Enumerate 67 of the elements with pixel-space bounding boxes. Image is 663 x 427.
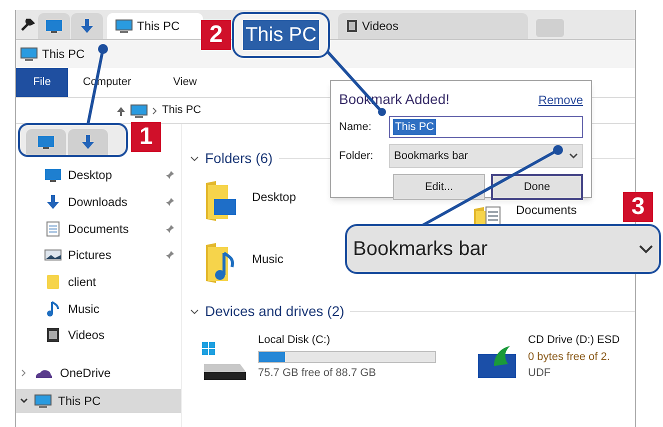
- monitor-icon: [45, 19, 63, 33]
- pinned-tab[interactable]: [26, 129, 66, 155]
- monitor-icon: [44, 168, 62, 182]
- field-label: Name:: [339, 120, 372, 135]
- browser-tab[interactable]: This PC: [107, 13, 203, 39]
- wrench-icon: [19, 16, 35, 32]
- selected-tree-row[interactable]: This PC: [16, 388, 181, 413]
- sidebar-item[interactable]: Pictures: [68, 246, 159, 264]
- sidebar-item[interactable]: Downloads: [68, 193, 159, 212]
- download-arrow-icon: [44, 194, 62, 210]
- step-number-badge: 1: [131, 122, 161, 152]
- computer-icon: [115, 19, 133, 33]
- drive-name[interactable]: Local Disk (C:): [258, 332, 436, 348]
- sidebar-item[interactable]: OneDrive: [60, 364, 111, 382]
- field-label: Folder:: [339, 148, 374, 164]
- download-arrow-icon: [79, 18, 95, 34]
- sidebar-item[interactable]: Documents: [68, 220, 159, 238]
- expand-chevron-icon: [20, 396, 28, 405]
- group-heading[interactable]: Folders (6): [205, 148, 273, 169]
- pinned-tab[interactable]: [71, 13, 103, 39]
- ribbon-tab[interactable]: View: [146, 68, 224, 97]
- music-note-icon: [44, 300, 62, 317]
- sidebar-item[interactable]: Videos: [68, 326, 175, 344]
- dropdown-chevron-icon: [569, 153, 578, 159]
- film-icon: [346, 19, 358, 33]
- magnified-dropdown-callout: Bookmarks bar: [345, 224, 661, 274]
- folder-name[interactable]: Documents: [516, 201, 577, 219]
- monitor-icon: [37, 135, 55, 149]
- chevron-icon: [152, 106, 158, 114]
- window-title: This PC: [42, 46, 85, 63]
- computer-icon: [20, 47, 38, 61]
- drive-name[interactable]: CD Drive (D:) ESD: [528, 332, 620, 348]
- sidebar-item[interactable]: Music: [68, 300, 175, 318]
- edit-button[interactable]: Edit...: [393, 174, 485, 200]
- ribbon-tab[interactable]: File: [16, 68, 68, 97]
- sidebar-item[interactable]: Desktop: [68, 166, 159, 184]
- browser-tab[interactable]: Videos: [338, 13, 528, 39]
- computer-icon: [34, 394, 52, 408]
- remove-link[interactable]: Remove: [538, 90, 583, 108]
- film-icon: [44, 327, 62, 344]
- document-icon: [44, 220, 62, 237]
- picture-icon: [44, 248, 62, 262]
- step-number-badge: 3: [623, 192, 653, 222]
- collapse-chevron-icon: [190, 308, 199, 314]
- up-arrow-icon: [116, 106, 126, 116]
- free-space-text: 75.7 GB free of 88.7 GB: [258, 366, 378, 380]
- dropdown-chevron-icon: [639, 244, 653, 254]
- download-arrow-icon: [80, 134, 96, 150]
- free-space-text: 0 bytes free of 2.: [528, 350, 611, 364]
- sidebar-item[interactable]: client: [68, 273, 175, 292]
- folder-name[interactable]: Music: [252, 250, 284, 268]
- step-number-badge: 2: [201, 20, 231, 50]
- done-button[interactable]: Done: [491, 174, 583, 200]
- pinned-tab[interactable]: [38, 13, 70, 39]
- name-field[interactable]: This PC: [389, 116, 583, 138]
- collapse-chevron-icon: [190, 156, 199, 162]
- collapse-chevron-icon: [20, 368, 28, 377]
- folder-dropdown[interactable]: Bookmarks bar: [389, 144, 583, 168]
- computer-icon: [130, 104, 148, 118]
- breadcrumb[interactable]: This PC: [162, 102, 202, 119]
- folder-name[interactable]: Desktop: [252, 188, 296, 206]
- group-heading[interactable]: Devices and drives (2): [205, 301, 344, 322]
- folder-icon: [204, 179, 238, 223]
- filesystem-text: UDF: [528, 366, 552, 381]
- magnified-name-text: This PC: [243, 20, 319, 50]
- pinned-tab[interactable]: [68, 129, 108, 155]
- folder-icon: [44, 274, 62, 290]
